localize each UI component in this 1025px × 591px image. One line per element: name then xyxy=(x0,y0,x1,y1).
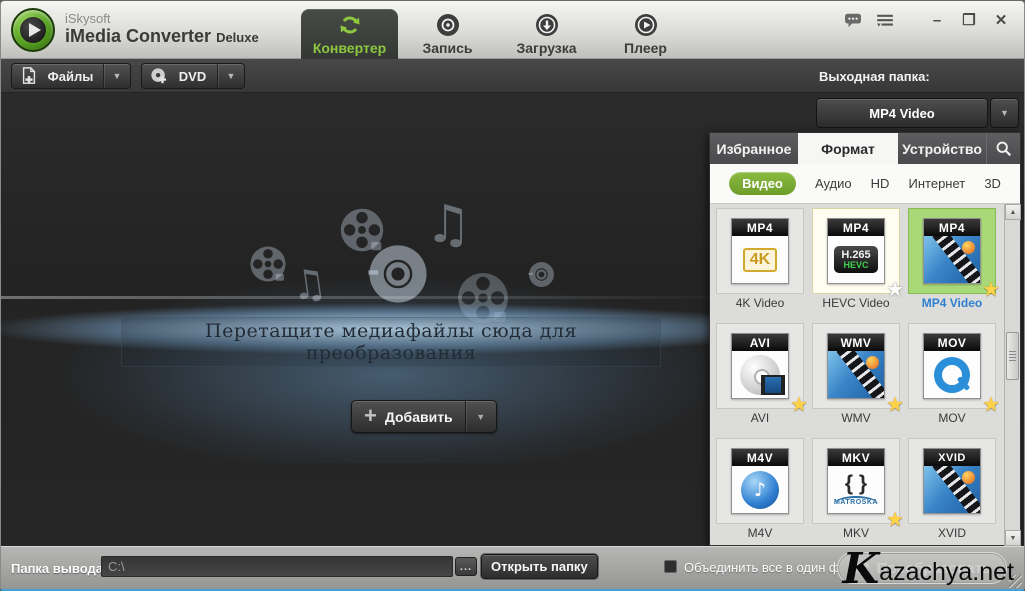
main-tab-bar: Конвертер Запись Загрузка xyxy=(301,9,695,59)
subtab-audio[interactable]: Аудио xyxy=(815,176,852,191)
open-folder-button[interactable]: Открыть папку xyxy=(481,554,598,579)
hevc-badge: H.265 HEVC xyxy=(834,246,877,274)
chevron-down-icon[interactable]: ▼ xyxy=(218,71,244,81)
format-category-tabs: Видео Аудио HD Интернет 3D xyxy=(710,164,1020,204)
app-title: iMedia Converter Deluxe xyxy=(65,26,259,48)
tab-download[interactable]: Загрузка xyxy=(497,9,596,59)
chevron-down-icon[interactable]: ▼ xyxy=(104,71,130,81)
merge-checkbox-label: Объединить все в один файл xyxy=(684,560,862,575)
format-grid: MP4 4K 4K Video MP4 H.265 H xyxy=(710,204,1020,545)
search-button[interactable] xyxy=(986,133,1020,164)
minimize-button[interactable]: – xyxy=(924,9,950,31)
format-panel: Избранное Формат Устройство Видео Аудио … xyxy=(709,132,1021,546)
add-media-button[interactable]: + Добавить ▼ xyxy=(351,400,497,433)
panel-scrollbar[interactable]: ▲ ▼ xyxy=(1004,204,1020,546)
browse-button[interactable]: ... xyxy=(455,557,477,576)
output-format-dropdown-arrow[interactable]: ▼ xyxy=(990,98,1019,128)
format-card-wmv[interactable]: WMV ★ WMV xyxy=(810,323,902,426)
film-reel-lock-icon xyxy=(249,245,287,283)
matroska-icon: { } MATROŠKA xyxy=(834,473,878,506)
music-note-icon: ♫ xyxy=(425,199,472,251)
output-path-label: Папка вывода xyxy=(11,561,103,576)
favorite-star-icon[interactable]: ★ xyxy=(982,395,1000,415)
app-edition: Deluxe xyxy=(216,30,259,45)
convert-button[interactable]: Преобразовать xyxy=(837,552,1007,584)
scrollbar-thumb[interactable] xyxy=(1006,332,1019,380)
disc-icon xyxy=(528,261,555,288)
brand-name: iSkysoft xyxy=(65,12,259,26)
convert-icon xyxy=(853,559,871,577)
film-art xyxy=(924,466,980,513)
subtab-hd[interactable]: HD xyxy=(871,176,890,191)
favorite-star-icon[interactable]: ★ xyxy=(982,280,1000,300)
tab-favorites[interactable]: Избранное xyxy=(710,133,798,164)
glow-edge xyxy=(1,296,738,299)
output-path-input[interactable] xyxy=(101,556,453,577)
app-logo-icon xyxy=(11,8,55,52)
format-card-xvid[interactable]: XVID XVID xyxy=(906,438,998,541)
chevron-down-icon[interactable]: ▼ xyxy=(466,412,496,422)
output-folder-label: Выходная папка: xyxy=(819,69,930,84)
film-art xyxy=(828,351,884,398)
app-window: iSkysoft iMedia Converter Deluxe Конверт… xyxy=(0,0,1025,591)
menu-icon xyxy=(876,13,894,27)
window-controls: – ❒ ✕ xyxy=(840,9,1014,31)
add-dvd-button[interactable]: DVD ▼ xyxy=(141,63,245,89)
tab-burn[interactable]: Запись xyxy=(398,9,497,59)
favorite-star-icon[interactable]: ★ xyxy=(886,510,904,530)
subtab-internet[interactable]: Интернет xyxy=(909,176,966,191)
format-card-4k-video[interactable]: MP4 4K 4K Video xyxy=(714,208,806,311)
scroll-down-arrow[interactable]: ▼ xyxy=(1005,530,1021,546)
output-format-dropdown[interactable]: MP4 Video xyxy=(816,98,988,128)
scroll-up-arrow[interactable]: ▲ xyxy=(1005,204,1021,220)
chat-icon xyxy=(844,12,862,28)
dvd-plus-icon xyxy=(150,67,168,85)
4k-badge: 4K xyxy=(743,248,777,272)
toolbar: Файлы ▼ DVD ▼ Выходная папка: xyxy=(1,59,1024,93)
maximize-button[interactable]: ❒ xyxy=(956,9,982,31)
menu-button[interactable] xyxy=(872,9,898,31)
resize-grip-icon[interactable] xyxy=(1009,575,1022,588)
tab-player[interactable]: Плеер xyxy=(596,9,695,59)
burn-icon xyxy=(436,13,460,37)
favorite-star-icon[interactable]: ★ xyxy=(886,280,904,300)
add-files-label: Файлы xyxy=(38,69,103,84)
control-spacer xyxy=(904,9,918,31)
bottom-bar: Папка вывода ... Открыть папку Объединит… xyxy=(1,546,1024,590)
plus-icon: + xyxy=(352,403,385,431)
convert-icon xyxy=(338,13,362,37)
format-panel-tabs: Избранное Формат Устройство xyxy=(710,133,1020,164)
player-icon xyxy=(634,13,658,37)
subtab-3d[interactable]: 3D xyxy=(984,176,1001,191)
tab-format[interactable]: Формат xyxy=(798,133,898,164)
drop-hint-text: Перетащите медиафайлы сюда для преобразо… xyxy=(121,317,661,367)
mini-film-art xyxy=(761,375,785,395)
format-card-hevc-video[interactable]: MP4 H.265 HEVC ★ HEVC Video xyxy=(810,208,902,311)
merge-checkbox[interactable] xyxy=(664,560,677,573)
feedback-button[interactable] xyxy=(840,9,866,31)
subtab-video[interactable]: Видео xyxy=(729,172,796,195)
format-card-mp4-video[interactable]: MP4 ★ MP4 Video xyxy=(906,208,998,311)
title-bar: iSkysoft iMedia Converter Deluxe Конверт… xyxy=(1,1,1024,59)
format-card-mov[interactable]: MOV ★ MOV xyxy=(906,323,998,426)
add-dvd-label: DVD xyxy=(168,69,217,84)
film-art xyxy=(924,236,980,283)
app-logo: iSkysoft iMedia Converter Deluxe xyxy=(11,8,259,52)
favorite-star-icon[interactable]: ★ xyxy=(790,395,808,415)
tab-device[interactable]: Устройство xyxy=(898,133,986,164)
format-card-m4v[interactable]: M4V ♪ M4V xyxy=(714,438,806,541)
add-files-button[interactable]: Файлы ▼ xyxy=(11,63,131,89)
quicktime-icon xyxy=(934,357,970,393)
favorite-star-icon[interactable]: ★ xyxy=(886,395,904,415)
file-plus-icon xyxy=(20,67,38,85)
format-card-avi[interactable]: AVI ★ AVI xyxy=(714,323,806,426)
tab-converter[interactable]: Конвертер xyxy=(301,9,398,59)
search-icon xyxy=(995,140,1012,157)
close-button[interactable]: ✕ xyxy=(988,9,1014,31)
itunes-note-icon: ♪ xyxy=(741,471,779,509)
format-card-mkv[interactable]: MKV { } MATROŠKA ★ MKV xyxy=(810,438,902,541)
download-icon xyxy=(535,13,559,37)
